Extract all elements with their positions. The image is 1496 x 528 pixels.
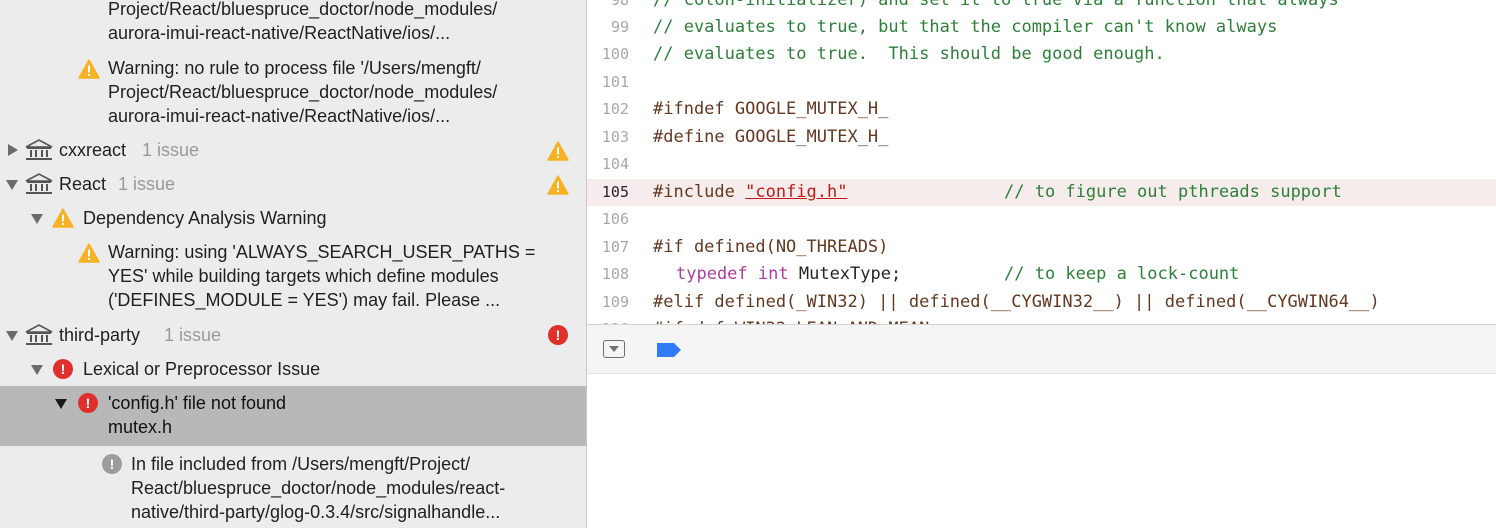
library-building-icon (25, 324, 53, 345)
warning-triangle-icon (78, 243, 100, 263)
issue-navigator: Project/React/bluespruce_doctor/node_mod… (0, 0, 586, 528)
hide-debug-area-icon[interactable] (603, 340, 625, 358)
code-line: 104 (587, 151, 1496, 178)
issue-group-dependency-analysis[interactable]: Dependency Analysis Warning (0, 206, 586, 232)
target-name: third-party (59, 325, 141, 345)
issue-count: 1 issue (142, 140, 200, 160)
code-line: 107 #if defined(NO_THREADS) (587, 234, 1496, 261)
issue-message-line: Project/React/bluespruce_doctor/node_mod… (108, 0, 498, 19)
issue-row-config-h-not-found[interactable]: ! 'config.h' file not found mutex.h (0, 386, 586, 446)
group-label: Dependency Analysis Warning (83, 208, 327, 228)
code-line: 99 // evaluates to true, but that the co… (587, 14, 1496, 41)
issue-row-warning-b[interactable]: Warning: no rule to process file '/Users… (0, 56, 586, 130)
code-line: 100 // evaluates to true. This should be… (587, 41, 1496, 68)
code-line: 106 (587, 206, 1496, 233)
code-text: #ifndef WIN32_LEAN_AND_MEAN (653, 316, 929, 324)
line-number: 108 (601, 265, 629, 283)
line-number: 105 (601, 183, 629, 201)
issue-count: 1 issue (164, 325, 222, 345)
target-name: cxxreact (59, 140, 127, 160)
issue-message-line: Project/React/bluespruce_doctor/node_mod… (108, 82, 498, 102)
line-number: 107 (601, 238, 629, 256)
issue-message-line: ('DEFINES_MODULE = YES') may fail. Pleas… (108, 290, 501, 310)
issue-row-warning-c[interactable]: Warning: using 'ALWAYS_SEARCH_USER_PATHS… (0, 240, 586, 314)
line-number: 100 (601, 45, 629, 63)
issue-group-lexical-preprocessor[interactable]: ! Lexical or Preprocessor Issue (0, 357, 586, 383)
line-number: 103 (601, 128, 629, 146)
code-text: // evaluates to true. This should be goo… (653, 44, 1165, 64)
keyword: typedef (676, 264, 748, 284)
note-exclamation-icon: ! (102, 454, 122, 474)
disclosure-triangle-icon[interactable] (6, 180, 18, 190)
issue-message-line: YES' while building targets which define… (108, 266, 499, 286)
line-number: 101 (601, 73, 629, 91)
target-row-third-party[interactable]: third-party 1 issue ! (0, 323, 586, 349)
code-text: #if defined(NO_THREADS) (653, 237, 889, 257)
line-number: 99 (610, 18, 629, 36)
issue-message-line: aurora-imui-react-native/ReactNative/ios… (108, 23, 451, 43)
warning-triangle-icon (78, 59, 100, 79)
disclosure-triangle-icon[interactable] (31, 214, 43, 224)
line-number: 110 (587, 316, 629, 324)
code-text: // colon-initializer) and set it to true… (653, 0, 1339, 10)
debug-bar (587, 324, 1496, 374)
code-line-highlighted: 105 #include "config.h" // to figure out… (587, 179, 1496, 206)
disclosure-triangle-icon[interactable] (6, 331, 18, 341)
code-line: 102 #ifndef GOOGLE_MUTEX_H_ (587, 96, 1496, 123)
code-text: #ifndef GOOGLE_MUTEX_H_ (653, 99, 889, 119)
code-text: #define GOOGLE_MUTEX_H_ (653, 127, 889, 147)
code-text: #elif defined(_WIN32) || defined(__CYGWI… (653, 292, 1380, 312)
error-exclamation-icon: ! (53, 359, 73, 379)
source-editor[interactable]: 98 // colon-initializer) and set it to t… (587, 0, 1496, 324)
issue-message-line: React/bluespruce_doctor/node_modules/rea… (131, 478, 506, 498)
disclosure-triangle-icon[interactable] (31, 365, 43, 375)
line-number: 102 (601, 100, 629, 118)
issue-message-line: Warning: using 'ALWAYS_SEARCH_USER_PATHS… (108, 242, 536, 262)
target-row-react[interactable]: React 1 issue (0, 172, 586, 198)
library-building-icon (25, 173, 53, 194)
keyword: int (757, 264, 789, 284)
issue-count: 1 issue (118, 174, 176, 194)
target-name: React (59, 174, 107, 194)
group-label: Lexical or Preprocessor Issue (83, 359, 321, 379)
include-path-link[interactable]: "config.h" (745, 182, 847, 202)
line-number: 104 (601, 155, 629, 173)
breakpoint-tag-icon[interactable] (656, 342, 682, 358)
issue-row-warning-a[interactable]: Project/React/bluespruce_doctor/node_mod… (0, 0, 586, 48)
code-line: 110 #ifndef WIN32_LEAN_AND_MEAN (587, 316, 1496, 324)
code-comment: // to figure out pthreads support (1004, 182, 1342, 202)
code-comment: // to keep a lock-count (1004, 264, 1240, 284)
issue-title: 'config.h' file not found (108, 393, 286, 413)
issue-message-line: aurora-imui-react-native/ReactNative/ios… (108, 106, 451, 126)
line-number: 109 (601, 293, 629, 311)
debug-area (587, 374, 1496, 528)
line-number: 98 (610, 0, 629, 9)
line-number: 106 (601, 210, 629, 228)
issue-message-line: Warning: no rule to process file '/Users… (108, 58, 481, 78)
code-line: 101 (587, 69, 1496, 96)
code-line: 98 // colon-initializer) and set it to t… (587, 0, 1496, 14)
code-line: 103 #define GOOGLE_MUTEX_H_ (587, 124, 1496, 151)
code-text: MutexType; (788, 264, 902, 284)
target-row-cxxreact[interactable]: cxxreact 1 issue (0, 138, 586, 164)
warning-triangle-icon (547, 141, 569, 161)
issue-message-line: native/third-party/glog-0.3.4/src/signal… (131, 502, 501, 522)
warning-triangle-icon (547, 175, 569, 195)
issue-row-note-included-from[interactable]: ! In file included from /Users/mengft/Pr… (0, 452, 586, 526)
error-exclamation-icon: ! (548, 325, 568, 345)
error-exclamation-icon: ! (78, 393, 98, 413)
warning-triangle-icon (52, 208, 74, 228)
disclosure-triangle-icon[interactable] (8, 144, 18, 156)
library-building-icon (25, 139, 53, 160)
preprocessor-directive: #include (653, 182, 746, 202)
issue-file: mutex.h (108, 417, 173, 437)
code-text: // evaluates to true, but that the compi… (653, 17, 1278, 37)
code-line: 109 #elif defined(_WIN32) || defined(__C… (587, 289, 1496, 316)
issue-message-line: In file included from /Users/mengft/Proj… (131, 454, 471, 474)
disclosure-triangle-icon[interactable] (55, 399, 67, 409)
code-line: 108 typedef int MutexType; // to keep a … (587, 261, 1496, 288)
